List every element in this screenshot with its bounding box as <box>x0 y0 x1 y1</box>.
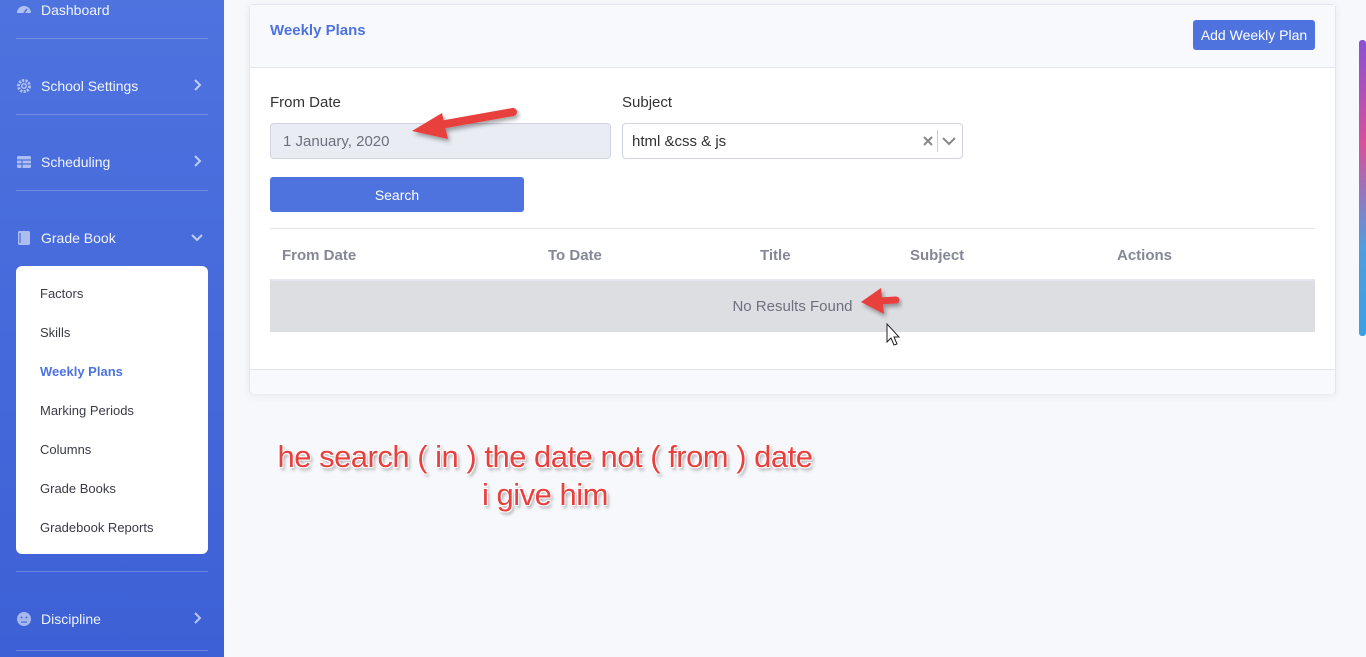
submenu-item-marking-periods[interactable]: Marking Periods <box>40 403 134 418</box>
annotation-line-2: i give him <box>482 477 608 512</box>
column-header-title: Title <box>760 247 791 264</box>
sidebar-divider <box>16 114 208 115</box>
sidebar-item-label: Scheduling <box>41 154 111 170</box>
chevron-right-icon <box>194 79 202 91</box>
column-header-subject: Subject <box>910 247 965 264</box>
empty-results-row: No Results Found <box>270 281 1315 332</box>
sidebar-divider <box>16 650 208 651</box>
table-top-border <box>270 228 1315 229</box>
face-icon <box>16 611 32 627</box>
scrollbar-thumb[interactable] <box>1359 40 1366 336</box>
annotation-line-1: he search ( in ) the date not ( from ) d… <box>277 439 813 474</box>
submenu-item-gradebook-reports[interactable]: Gradebook Reports <box>40 520 153 535</box>
sidebar-divider <box>16 571 208 572</box>
sidebar-item-school-settings[interactable]: School Settings <box>16 74 208 98</box>
chevron-down-icon <box>191 234 203 242</box>
submenu-item-factors[interactable]: Factors <box>40 286 83 301</box>
from-date-label: From Date <box>270 94 341 111</box>
sidebar-item-dashboard[interactable]: Dashboard <box>16 0 208 22</box>
chevron-right-icon <box>194 155 202 167</box>
submenu-item-grade-books[interactable]: Grade Books <box>40 481 116 496</box>
submenu-item-weekly-plans[interactable]: Weekly Plans <box>40 364 123 379</box>
subject-selected-value: html &css & js <box>632 133 727 150</box>
sidebar-item-label: Grade Book <box>41 230 116 246</box>
chevron-right-icon <box>194 612 202 624</box>
column-header-actions: Actions <box>1117 247 1173 264</box>
sidebar: Dashboard School Settings Scheduling Gra… <box>0 0 224 657</box>
column-header-to-date: To Date <box>548 247 602 264</box>
search-button[interactable]: Search <box>270 177 524 212</box>
add-weekly-plan-button[interactable]: Add Weekly Plan <box>1193 20 1315 50</box>
clear-icon[interactable] <box>921 134 935 148</box>
sidebar-item-scheduling[interactable]: Scheduling <box>16 150 208 174</box>
sidebar-divider <box>16 38 208 39</box>
sidebar-item-label: School Settings <box>41 78 139 94</box>
book-icon <box>16 230 32 246</box>
column-header-from-date: From Date <box>282 247 357 264</box>
annotation-note: he search ( in ) the date not ( from ) d… <box>258 438 832 514</box>
subject-label: Subject <box>622 94 673 111</box>
gear-icon <box>16 78 32 94</box>
table-icon <box>16 154 32 170</box>
page-title: Weekly Plans <box>270 22 366 39</box>
weekly-plans-card: Weekly Plans Add Weekly Plan From Date S… <box>249 4 1336 394</box>
card-footer <box>250 369 1335 394</box>
subject-select[interactable]: html &css & js <box>622 123 963 159</box>
sidebar-item-grade-book[interactable]: Grade Book <box>16 226 208 250</box>
no-results-text: No Results Found <box>732 298 853 315</box>
chevron-down-icon[interactable] <box>941 133 957 149</box>
sidebar-item-label: Dashboard <box>41 2 110 18</box>
dashboard-icon <box>16 2 32 18</box>
sidebar-item-label: Discipline <box>41 611 101 627</box>
card-header: Weekly Plans Add Weekly Plan <box>250 5 1335 68</box>
sidebar-divider <box>16 190 208 191</box>
sidebar-item-discipline[interactable]: Discipline <box>16 607 208 631</box>
from-date-input[interactable] <box>270 123 611 159</box>
submenu-item-columns[interactable]: Columns <box>40 442 91 457</box>
grade-book-submenu: Factors Skills Weekly Plans Marking Peri… <box>16 266 208 554</box>
submenu-item-skills[interactable]: Skills <box>40 325 70 340</box>
select-separator <box>937 130 938 152</box>
